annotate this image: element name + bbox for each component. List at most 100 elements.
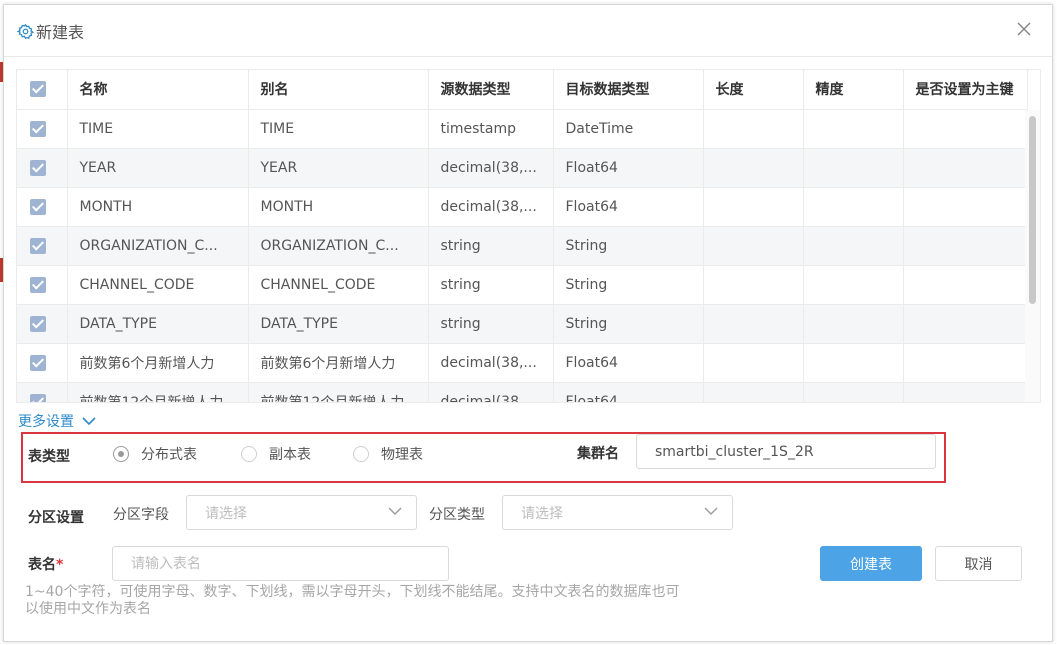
table-name-label: 表名* [28, 554, 63, 574]
cell-source-type: decimal(38,... [428, 187, 554, 227]
cell-alias[interactable]: 前数第12个月新增人力 [248, 382, 429, 402]
row-checkbox[interactable] [17, 343, 68, 383]
cell-primary-key[interactable] [903, 148, 1028, 188]
cell-primary-key[interactable] [903, 343, 1028, 383]
column-header: 别名 [248, 70, 429, 110]
checkbox-checked-icon [30, 81, 46, 98]
cell-length[interactable] [703, 148, 804, 188]
table-row: 前数第6个月新增人力 前数第6个月新增人力 decimal(38,... Flo… [17, 343, 1028, 383]
cell-primary-key[interactable] [903, 109, 1028, 149]
cell-name: CHANNEL_CODE [67, 265, 249, 305]
table-name-input[interactable] [112, 546, 449, 581]
radio-distributed-table[interactable]: 分布式表 [113, 444, 197, 464]
create-table-button[interactable]: 创建表 [820, 546, 922, 581]
cell-alias[interactable]: ORGANIZATION_C... [248, 226, 429, 266]
cell-precision[interactable] [803, 148, 904, 188]
checkbox-checked-icon [30, 159, 46, 176]
cell-precision[interactable] [803, 187, 904, 227]
cell-alias[interactable]: MONTH [248, 187, 429, 227]
select-placeholder: 请选择 [205, 505, 247, 522]
cell-length[interactable] [703, 382, 804, 402]
column-header: 目标数据类型 [553, 70, 704, 110]
cell-primary-key[interactable] [903, 382, 1028, 402]
cancel-button[interactable]: 取消 [935, 546, 1022, 581]
cell-target-type[interactable]: String [553, 304, 704, 344]
cell-alias[interactable]: TIME [248, 109, 429, 149]
row-checkbox[interactable] [17, 109, 68, 149]
cell-source-type: timestamp [428, 109, 554, 149]
chevron-down-icon [82, 416, 96, 425]
cell-alias[interactable]: YEAR [248, 148, 429, 188]
cell-alias[interactable]: 前数第6个月新增人力 [248, 343, 429, 383]
radio-unchecked-icon [353, 446, 369, 462]
cell-length[interactable] [703, 226, 804, 266]
cell-length[interactable] [703, 187, 804, 227]
chevron-down-icon [388, 507, 402, 515]
cell-name: 前数第6个月新增人力 [67, 343, 249, 383]
cell-primary-key[interactable] [903, 187, 1028, 227]
checkbox-checked-icon [30, 393, 46, 402]
row-checkbox[interactable] [17, 382, 68, 402]
cell-precision[interactable] [803, 343, 904, 383]
cell-precision[interactable] [803, 226, 904, 266]
required-mark: * [56, 557, 64, 573]
cell-target-type[interactable]: Float64 [553, 148, 704, 188]
select-all-checkbox[interactable] [17, 70, 68, 110]
row-checkbox[interactable] [17, 187, 68, 227]
partition-field-select[interactable]: 请选择 [186, 495, 417, 530]
column-header: 名称 [67, 70, 249, 110]
table-name-hint: 1~40个字符，可使用字母、数字、下划线，需以字母开头，下划线不能结尾。支持中文… [25, 584, 680, 617]
column-header: 精度 [803, 70, 904, 110]
table-type-label: 表类型 [28, 449, 70, 465]
cell-precision[interactable] [803, 109, 904, 149]
cell-primary-key[interactable] [903, 265, 1028, 305]
dialog-title-wrap: 新建表 [17, 19, 84, 43]
more-settings-toggle[interactable]: 更多设置 [18, 411, 96, 431]
cell-target-type[interactable]: String [553, 226, 704, 266]
cell-precision[interactable] [803, 265, 904, 305]
row-checkbox[interactable] [17, 148, 68, 188]
cell-primary-key[interactable] [903, 226, 1028, 266]
column-header: 长度 [703, 70, 804, 110]
table-header-row: 名称 别名 源数据类型 目标数据类型 长度 精度 是否设置为主键 [17, 70, 1028, 110]
table-row: ORGANIZATION_C... ORGANIZATION_C... stri… [17, 226, 1028, 266]
table-scrollbar-thumb[interactable] [1029, 116, 1036, 304]
cell-target-type[interactable]: DateTime [553, 109, 704, 149]
cell-length[interactable] [703, 343, 804, 383]
row-checkbox[interactable] [17, 265, 68, 305]
cell-length[interactable] [703, 265, 804, 305]
cell-source-type: decimal(38,... [428, 148, 554, 188]
cell-source-type: string [428, 304, 554, 344]
cell-target-type[interactable]: String [553, 265, 704, 305]
cell-target-type[interactable]: Float64 [553, 382, 704, 402]
table-row: MONTH MONTH decimal(38,... Float64 [17, 187, 1028, 227]
cell-source-type: decimal(38,... [428, 382, 554, 402]
cluster-name-input[interactable] [636, 434, 936, 469]
cell-name: YEAR [67, 148, 249, 188]
dialog-header: 新建表 [4, 5, 1052, 57]
cell-target-type[interactable]: Float64 [553, 187, 704, 227]
radio-label: 副本表 [269, 447, 311, 463]
close-icon[interactable] [1014, 19, 1034, 39]
row-checkbox[interactable] [17, 226, 68, 266]
cell-name: ORGANIZATION_C... [67, 226, 249, 266]
radio-label: 物理表 [381, 447, 423, 463]
cell-primary-key[interactable] [903, 304, 1028, 344]
partition-type-select[interactable]: 请选择 [502, 495, 733, 530]
row-checkbox[interactable] [17, 304, 68, 344]
cell-length[interactable] [703, 109, 804, 149]
cell-precision[interactable] [803, 304, 904, 344]
chevron-down-icon [704, 507, 718, 515]
cell-alias[interactable]: DATA_TYPE [248, 304, 429, 344]
more-settings-label: 更多设置 [18, 414, 74, 430]
cell-precision[interactable] [803, 382, 904, 402]
table-row: CHANNEL_CODE CHANNEL_CODE string String [17, 265, 1028, 305]
cell-alias[interactable]: CHANNEL_CODE [248, 265, 429, 305]
table-row: YEAR YEAR decimal(38,... Float64 [17, 148, 1028, 188]
cell-length[interactable] [703, 304, 804, 344]
table-name-label-text: 表名 [28, 557, 56, 573]
radio-replica-table[interactable]: 副本表 [241, 444, 311, 464]
cell-target-type[interactable]: Float64 [553, 343, 704, 383]
new-table-dialog: 新建表 名称 别名 源数据类型 目标数据类型 长度 精度 是否设置为主键 TIM… [3, 4, 1053, 642]
radio-physical-table[interactable]: 物理表 [353, 444, 423, 464]
